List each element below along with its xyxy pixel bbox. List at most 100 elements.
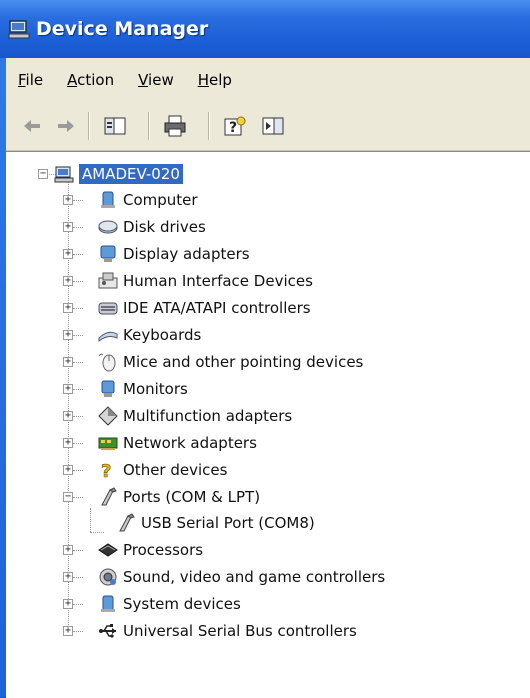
network-adapter-icon bbox=[98, 437, 118, 450]
toolbar-separator bbox=[148, 112, 150, 140]
tree-item-label: Human Interface Devices bbox=[123, 272, 313, 290]
human-interface-device-icon bbox=[98, 272, 118, 289]
tree-item-computer[interactable]: + Computer bbox=[6, 187, 198, 213]
computer-icon bbox=[101, 191, 115, 208]
tree-item-usb-controllers[interactable]: + Universal Serial Bus controllers bbox=[6, 618, 357, 644]
tree-item-label: Keyboards bbox=[123, 326, 202, 344]
tree-line bbox=[73, 281, 83, 282]
svg-text:?: ? bbox=[101, 461, 111, 480]
tree-item-sound-video[interactable]: + Sound, video and game controllers bbox=[6, 564, 385, 590]
svg-text:?: ? bbox=[229, 120, 237, 136]
expand-expander[interactable]: + bbox=[63, 222, 73, 232]
processor-icon bbox=[98, 543, 118, 557]
tree-item-label: Monitors bbox=[123, 380, 188, 398]
tree-item-other-devices[interactable]: + ? Other devices bbox=[6, 457, 227, 483]
tree-line bbox=[73, 227, 83, 228]
tree-root-label[interactable]: AMADEV-020 bbox=[79, 164, 183, 184]
tree-line bbox=[73, 362, 83, 363]
system-device-icon bbox=[101, 595, 115, 612]
expand-expander[interactable]: + bbox=[63, 545, 73, 555]
expand-expander[interactable]: + bbox=[63, 572, 73, 582]
port-icon bbox=[101, 487, 117, 506]
device-manager-window: Device Manager File Action View Help ? −… bbox=[0, 0, 530, 698]
expand-expander[interactable]: + bbox=[63, 249, 73, 259]
tree-line bbox=[73, 389, 83, 390]
tree-item-human-interface-devices[interactable]: + Human Interface Devices bbox=[6, 268, 313, 294]
tree-item-ide-controllers[interactable]: + IDE ATA/ATAPI controllers bbox=[6, 295, 311, 321]
tree-line bbox=[73, 200, 83, 201]
print-icon[interactable] bbox=[160, 110, 190, 142]
tree-line bbox=[73, 631, 83, 632]
tree-item-label: System devices bbox=[123, 595, 241, 613]
expand-expander[interactable]: + bbox=[63, 411, 73, 421]
tree-item-label: IDE ATA/ATAPI controllers bbox=[123, 299, 311, 317]
menu-view[interactable]: View bbox=[138, 71, 174, 89]
tree-item-label: Display adapters bbox=[123, 245, 250, 263]
expand-expander[interactable]: + bbox=[63, 465, 73, 475]
collapse-expander[interactable]: − bbox=[38, 169, 48, 179]
expand-expander[interactable]: + bbox=[63, 626, 73, 636]
forward-arrow-icon[interactable] bbox=[54, 110, 78, 142]
tree-line bbox=[73, 443, 83, 444]
usb-icon bbox=[99, 624, 116, 638]
tree-item-display-adapters[interactable]: + Display adapters bbox=[6, 241, 250, 267]
tree-item-label: Computer bbox=[123, 191, 198, 209]
toolbar-separator bbox=[88, 112, 90, 140]
computer-icon bbox=[54, 166, 74, 183]
device-tree[interactable]: − AMADEV-020 + Computer + Disk drives + … bbox=[6, 151, 530, 698]
tree-item-label: USB Serial Port (COM8) bbox=[141, 514, 315, 532]
expand-expander[interactable]: + bbox=[63, 276, 73, 286]
tree-item-label: Disk drives bbox=[123, 218, 206, 236]
help-icon[interactable]: ? bbox=[220, 110, 250, 142]
tree-item-label: Universal Serial Bus controllers bbox=[123, 622, 357, 640]
menu-bar: File Action View Help bbox=[6, 58, 530, 103]
show-hide-action-pane-icon[interactable] bbox=[258, 110, 288, 142]
menu-help[interactable]: Help bbox=[198, 71, 232, 89]
tree-item-multifunction-adapters[interactable]: + Multifunction adapters bbox=[6, 403, 292, 429]
tree-item-label: Other devices bbox=[123, 461, 228, 479]
tree-line bbox=[73, 550, 83, 551]
tree-item-monitors[interactable]: + Monitors bbox=[6, 376, 188, 402]
port-icon bbox=[119, 513, 135, 532]
tree-item-ports[interactable]: − Ports (COM & LPT) bbox=[6, 484, 260, 510]
expand-expander[interactable]: + bbox=[63, 384, 73, 394]
expand-expander[interactable]: + bbox=[63, 599, 73, 609]
computer-icon bbox=[8, 20, 30, 39]
window-title: Device Manager bbox=[36, 18, 209, 40]
tree-item-disk-drives[interactable]: + Disk drives bbox=[6, 214, 206, 240]
multifunction-adapter-icon bbox=[98, 406, 118, 426]
back-arrow-icon[interactable] bbox=[20, 110, 44, 142]
tree-root-row[interactable]: − AMADEV-020 bbox=[6, 161, 183, 187]
show-hide-console-tree-icon[interactable] bbox=[100, 110, 130, 142]
expand-expander[interactable]: + bbox=[63, 195, 73, 205]
tree-line bbox=[73, 308, 83, 309]
tree-item-network-adapters[interactable]: + Network adapters bbox=[6, 430, 257, 456]
tree-item-processors[interactable]: + Processors bbox=[6, 537, 203, 563]
disk-drive-icon bbox=[98, 220, 118, 234]
tree-line bbox=[73, 470, 83, 471]
tree-item-label: Multifunction adapters bbox=[123, 407, 293, 425]
tree-item-label: Ports (COM & LPT) bbox=[123, 488, 261, 506]
collapse-expander[interactable]: − bbox=[63, 492, 73, 502]
tree-item-label: Processors bbox=[123, 541, 204, 559]
expand-expander[interactable]: + bbox=[63, 330, 73, 340]
keyboard-icon bbox=[98, 331, 118, 343]
menu-action[interactable]: Action bbox=[67, 71, 114, 89]
tree-item-label: Mice and other pointing devices bbox=[123, 353, 364, 371]
expand-expander[interactable]: + bbox=[63, 303, 73, 313]
ide-controller-icon bbox=[98, 302, 118, 315]
expand-expander[interactable]: + bbox=[63, 357, 73, 367]
toolbar-separator bbox=[208, 112, 210, 140]
tree-line bbox=[73, 577, 83, 578]
tree-line bbox=[73, 416, 83, 417]
menu-file[interactable]: File bbox=[18, 71, 43, 89]
title-bar[interactable]: Device Manager bbox=[0, 0, 530, 58]
tree-item-mice[interactable]: + Mice and other pointing devices bbox=[6, 349, 363, 375]
tree-item-keyboards[interactable]: + Keyboards bbox=[6, 322, 201, 348]
tree-item-system-devices[interactable]: + System devices bbox=[6, 591, 241, 617]
unknown-device-icon: ? bbox=[101, 461, 112, 480]
toolbar: ? bbox=[6, 102, 530, 151]
expand-expander[interactable]: + bbox=[63, 438, 73, 448]
tree-item-usb-serial-port[interactable]: USB Serial Port (COM8) bbox=[6, 510, 315, 536]
tree-line bbox=[73, 604, 83, 605]
